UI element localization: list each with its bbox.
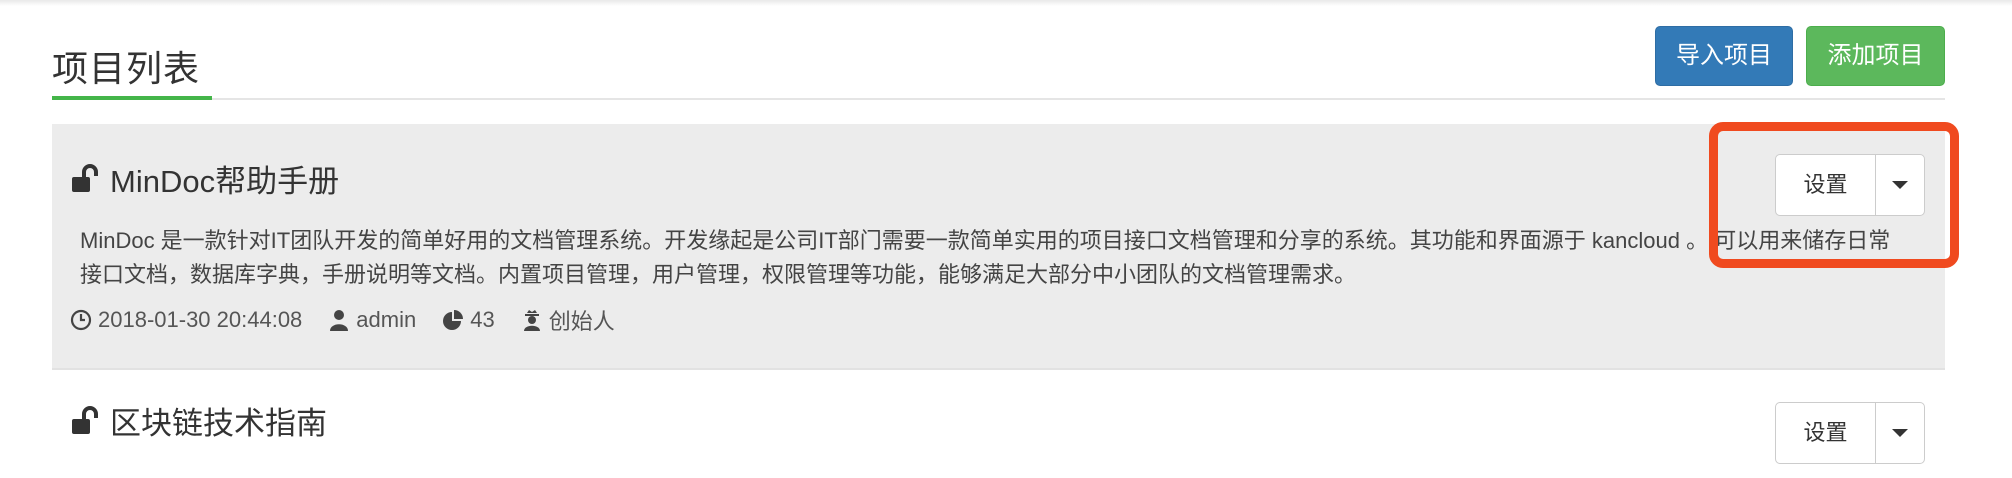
add-project-button[interactable]: 添加项目 bbox=[1806, 26, 1945, 86]
title-underline bbox=[52, 96, 212, 100]
settings-button-group: 设置 bbox=[1775, 154, 1925, 216]
settings-button[interactable]: 设置 bbox=[1776, 155, 1876, 215]
user-icon bbox=[330, 310, 349, 331]
project-description: MinDoc 是一款针对IT团队开发的简单好用的文档管理系统。开发缘起是公司IT… bbox=[80, 228, 1891, 287]
import-project-button[interactable]: 导入项目 bbox=[1655, 26, 1793, 86]
meta-author: admin bbox=[328, 307, 416, 333]
caret-down-icon bbox=[1892, 429, 1908, 437]
unlock-icon bbox=[72, 163, 98, 192]
doc-count: 43 bbox=[470, 307, 495, 332]
clock-icon bbox=[70, 309, 92, 331]
role-label: 创始人 bbox=[548, 309, 615, 334]
project-list-item: MinDoc帮助手册 设置 MinDoc 是一款针对IT团队开发的简单好用的文档… bbox=[52, 124, 1945, 370]
meta-role: 创始人 bbox=[521, 304, 615, 336]
author-name: admin bbox=[356, 307, 417, 332]
meta-created: 2018-01-30 20:44:08 bbox=[70, 307, 302, 333]
pie-chart-icon bbox=[443, 310, 464, 330]
dropdown-toggle-button[interactable] bbox=[1876, 403, 1924, 463]
project-meta: 2018-01-30 20:44:08 admin 43 创始人 bbox=[70, 304, 641, 336]
meta-doc-count: 43 bbox=[442, 307, 495, 333]
project-title[interactable]: 区块链技术指南 bbox=[70, 398, 327, 443]
unlock-icon bbox=[72, 405, 98, 434]
settings-button-group: 设置 bbox=[1775, 402, 1925, 464]
project-name[interactable]: 区块链技术指南 bbox=[110, 398, 327, 443]
project-list-item: 区块链技术指南 设置 bbox=[52, 372, 1945, 478]
page-header: 项目列表 导入项目 添加项目 bbox=[52, 26, 1945, 100]
settings-button[interactable]: 设置 bbox=[1776, 403, 1876, 463]
caret-down-icon bbox=[1892, 181, 1908, 189]
page-title: 项目列表 bbox=[52, 48, 201, 89]
project-name[interactable]: MinDoc帮助手册 bbox=[110, 156, 339, 201]
top-shadow bbox=[0, 0, 2012, 6]
dropdown-toggle-button[interactable] bbox=[1876, 155, 1924, 215]
created-time: 2018-01-30 20:44:08 bbox=[98, 307, 303, 332]
user-secret-icon bbox=[523, 310, 540, 331]
project-title[interactable]: MinDoc帮助手册 bbox=[70, 156, 339, 201]
